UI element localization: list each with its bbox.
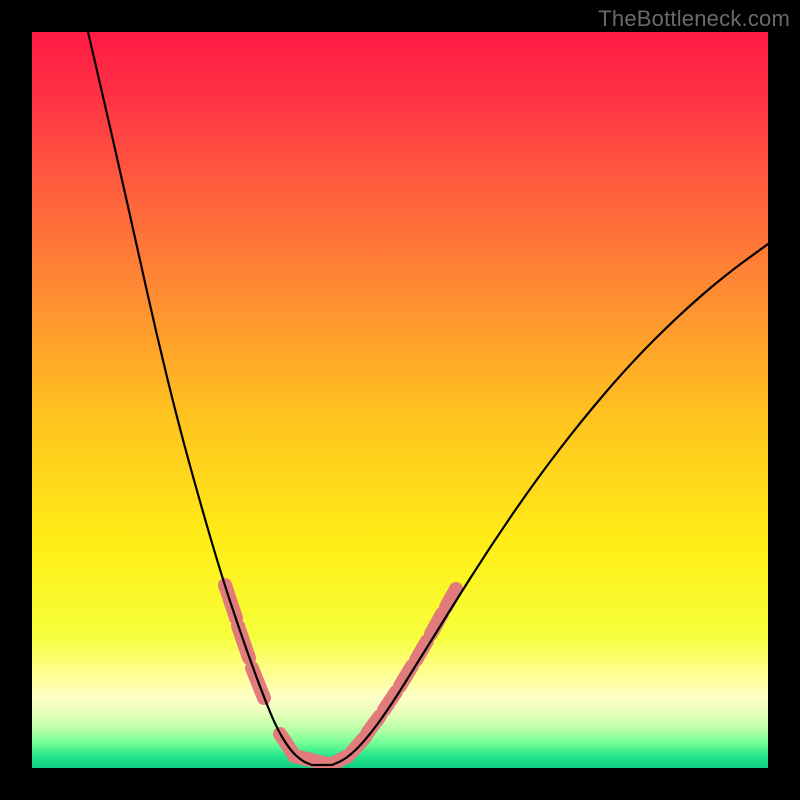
highlight-segments (225, 585, 456, 764)
curve-layer (32, 32, 768, 768)
watermark-text: TheBottleneck.com (598, 6, 790, 32)
series-left-branch (88, 32, 312, 765)
highlight-segment (352, 736, 366, 752)
series-lines (88, 32, 768, 765)
chart-frame: TheBottleneck.com (0, 0, 800, 800)
plot-area (32, 32, 768, 768)
